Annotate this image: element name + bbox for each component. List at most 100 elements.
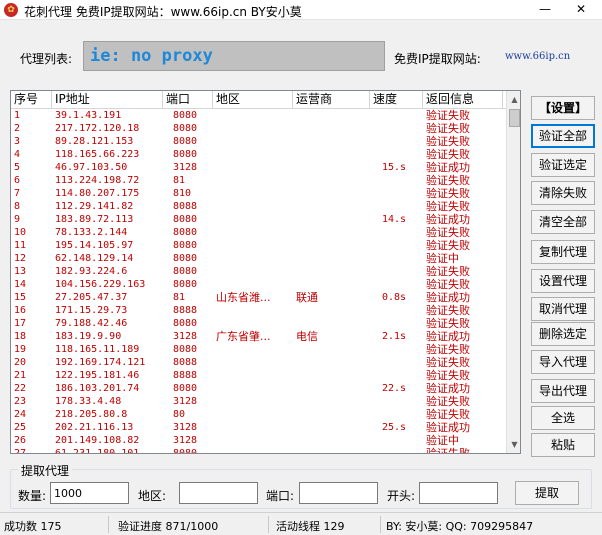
table-row[interactable]: 23 178.33.4.48 3128 验证失败 — [11, 395, 506, 408]
table-row[interactable]: 18 183.19.9.90 3128 广东省肇... 电信 2.1s 验证成功 — [11, 330, 506, 343]
close-button[interactable]: ✕ — [566, 0, 596, 19]
cell-port: 8888 — [173, 370, 198, 381]
copy-proxy-button[interactable]: 复制代理 — [531, 240, 595, 264]
cell-region — [213, 395, 293, 408]
select-all-button[interactable]: 全选 — [531, 406, 595, 430]
table-row[interactable]: 8 112.29.141.82 8088 验证失败 — [11, 200, 506, 213]
scroll-thumb[interactable] — [509, 109, 520, 127]
cell-isp: 联通 — [296, 291, 318, 304]
cell-ip: 46.97.103.50 — [55, 162, 128, 173]
import-proxy-button[interactable]: 导入代理 — [531, 350, 595, 374]
fetch-button[interactable]: 提取 — [515, 481, 579, 505]
cell-region — [213, 109, 293, 122]
table-row[interactable]: 6 113.224.198.72 81 验证失败 — [11, 174, 506, 187]
cell-result: 验证失败 — [426, 304, 470, 317]
status-bar: 成功数 175 验证进度 871/1000 活动线程 129 BY: 安小莫: … — [0, 512, 602, 535]
column-header-ip[interactable]: IP地址 — [52, 91, 163, 109]
table-row[interactable]: 13 182.93.224.6 8080 验证失败 — [11, 265, 506, 278]
list-scrollbar[interactable]: ▲ ▼ — [506, 91, 520, 453]
cell-isp — [293, 252, 370, 265]
export-proxy-button[interactable]: 导出代理 — [531, 379, 595, 403]
table-row[interactable]: 11 195.14.105.97 8080 验证失败 — [11, 239, 506, 252]
clear-all-button[interactable]: 清空全部 — [531, 210, 595, 234]
table-row[interactable]: 20 192.169.174.121 8088 验证失败 — [11, 356, 506, 369]
cell-isp — [293, 447, 370, 453]
cell-result: 验证成功 — [426, 382, 470, 395]
table-row[interactable]: 24 218.205.80.8 80 验证失败 — [11, 408, 506, 421]
table-row[interactable]: 26 201.149.108.82 3128 验证中 — [11, 434, 506, 447]
table-row[interactable]: 17 79.188.42.46 8080 验证失败 — [11, 317, 506, 330]
table-row[interactable]: 22 186.103.201.74 8080 22.s 验证成功 — [11, 382, 506, 395]
cell-ip: 39.1.43.191 — [55, 110, 122, 121]
table-row[interactable]: 25 202.21.116.13 3128 25.s 验证成功 — [11, 421, 506, 434]
table-row[interactable]: 1 39.1.43.191 8080 验证失败 — [11, 109, 506, 122]
table-row[interactable]: 27 61.231.180.101 8080 验证失败 — [11, 447, 506, 453]
minimize-button[interactable]: — — [534, 0, 556, 19]
port-input[interactable] — [299, 482, 378, 504]
table-row[interactable]: 4 118.165.66.223 8080 验证失败 — [11, 148, 506, 161]
proxy-list-view[interactable]: 序号 IP地址 端口 地区 运营商 速度 返回信息 1 39.1.43.191 80… — [10, 90, 521, 454]
cell-port: 8080 — [173, 279, 198, 290]
cell-isp — [293, 317, 370, 330]
column-header-isp[interactable]: 运营商 — [293, 91, 370, 109]
scroll-up-icon[interactable]: ▲ — [507, 91, 520, 108]
cell-region — [213, 434, 293, 447]
cell-ip: 186.103.201.74 — [55, 383, 140, 394]
cell-speed — [370, 187, 423, 200]
cell-region — [213, 174, 293, 187]
cell-speed — [370, 369, 423, 382]
table-row[interactable]: 12 62.148.129.14 8080 验证中 — [11, 252, 506, 265]
region-input[interactable] — [179, 482, 258, 504]
cell-region: 广东省肇... — [216, 330, 271, 343]
column-header-result[interactable]: 返回信息 — [423, 91, 503, 109]
count-input[interactable] — [50, 482, 129, 504]
table-row[interactable]: 16 171.15.29.73 8888 验证失败 — [11, 304, 506, 317]
table-row[interactable]: 3 89.28.121.153 8080 验证失败 — [11, 135, 506, 148]
table-row[interactable]: 10 78.133.2.144 8080 验证失败 — [11, 226, 506, 239]
column-header-index[interactable]: 序号 — [11, 91, 52, 109]
column-header-port[interactable]: 端口 — [163, 91, 213, 109]
cell-port: 81 — [173, 292, 186, 303]
table-row[interactable]: 2 217.172.120.18 8080 验证失败 — [11, 122, 506, 135]
cell-speed — [370, 317, 423, 330]
column-header-region[interactable]: 地区 — [213, 91, 293, 109]
paste-button[interactable]: 粘贴 — [531, 433, 595, 457]
cell-isp: 电信 — [296, 330, 318, 343]
cell-result: 验证成功 — [426, 330, 470, 343]
table-row[interactable]: 15 27.205.47.37 81 山东省潍... 联通 0.8s 验证成功 — [11, 291, 506, 304]
cell-isp — [293, 434, 370, 447]
cell-port: 8888 — [173, 305, 198, 316]
cell-index: 4 — [14, 149, 21, 160]
verify-selected-button[interactable]: 验证选定 — [531, 153, 595, 177]
proxy-list-label: 代理列表: — [20, 52, 73, 66]
table-row[interactable]: 14 104.156.229.163 8080 验证失败 — [11, 278, 506, 291]
cell-index: 3 — [14, 136, 21, 147]
author-info: BY: 安小莫: QQ: 709295847 — [386, 520, 534, 533]
prefix-input[interactable] — [419, 482, 498, 504]
cell-region — [213, 382, 293, 395]
free-site-link[interactable]: www.66ip.cn — [505, 51, 570, 62]
cell-region — [213, 135, 293, 148]
cell-port: 8080 — [173, 344, 198, 355]
cell-ip: 89.28.121.153 — [55, 136, 134, 147]
cell-result: 验证失败 — [426, 109, 470, 122]
table-row[interactable]: 9 183.89.72.113 8080 14.s 验证成功 — [11, 213, 506, 226]
cell-region — [213, 226, 293, 239]
table-row[interactable]: 21 122.195.181.46 8888 验证失败 — [11, 369, 506, 382]
delete-selected-button[interactable]: 删除选定 — [531, 322, 595, 346]
cell-port: 3128 — [173, 396, 198, 407]
cancel-proxy-button[interactable]: 取消代理 — [531, 297, 595, 321]
clear-failed-button[interactable]: 清除失败 — [531, 181, 595, 205]
settings-button[interactable]: 【设置】 — [531, 96, 595, 120]
cell-region — [213, 252, 293, 265]
table-row[interactable]: 19 118.165.11.189 8080 验证失败 — [11, 343, 506, 356]
cell-isp — [293, 343, 370, 356]
column-header-speed[interactable]: 速度 — [370, 91, 423, 109]
cell-ip: 118.165.66.223 — [55, 149, 140, 160]
verify-all-button[interactable]: 验证全部 — [531, 124, 595, 148]
scroll-down-icon[interactable]: ▼ — [507, 436, 520, 453]
set-proxy-button[interactable]: 设置代理 — [531, 269, 595, 293]
cell-region — [213, 239, 293, 252]
table-row[interactable]: 5 46.97.103.50 3128 15.s 验证成功 — [11, 161, 506, 174]
table-row[interactable]: 7 114.80.207.175 810 验证失败 — [11, 187, 506, 200]
